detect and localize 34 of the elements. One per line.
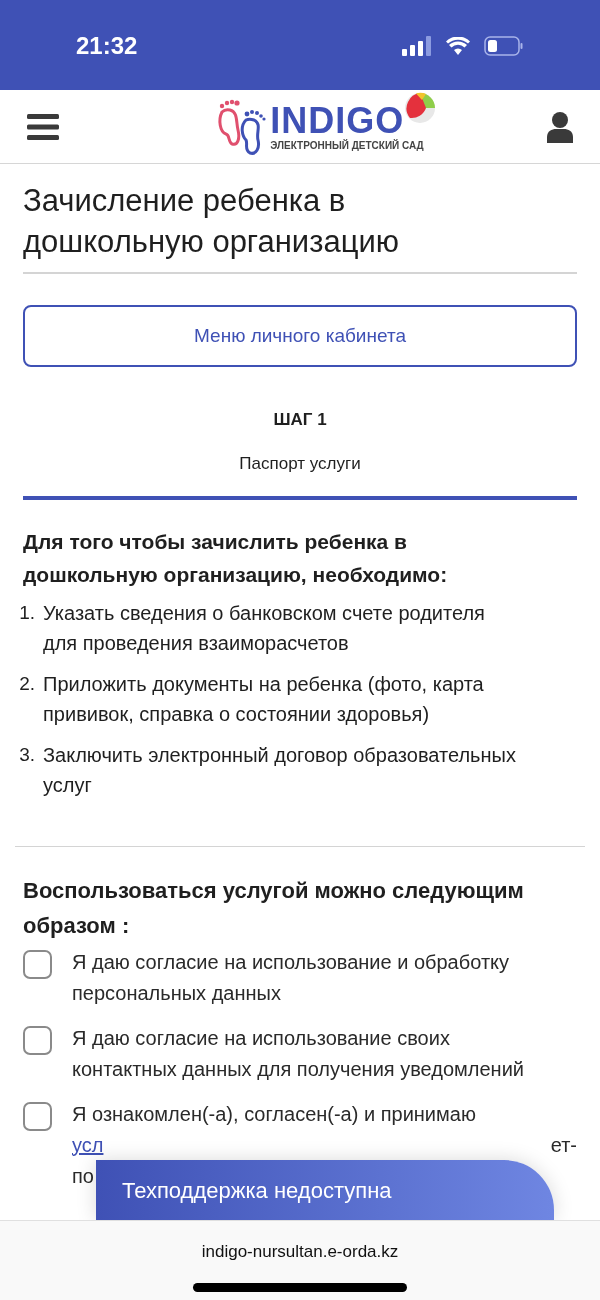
support-banner-text: Техподдержка недоступна [122, 1176, 392, 1205]
page-title: Зачисление ребенка в дошкольную организацию [23, 182, 400, 261]
consent-text: по [72, 1164, 94, 1189]
wifi-icon [446, 37, 470, 55]
consent-text: Я даю согласие на использование и обработку персональных данных [72, 950, 510, 1006]
menu-icon[interactable] [27, 113, 59, 140]
list-number: 1. [18, 601, 35, 625]
requirements-heading: Для того чтобы зачислить ребенка в дошкольную организацию, необходимо: [23, 529, 449, 588]
step-name: Паспорт услуги [239, 452, 361, 475]
consent-text: ет- [550, 1133, 577, 1158]
consents-heading: Воспользоваться услугой можно следующим образом : [23, 877, 525, 940]
cabinet-menu-button[interactable]: Меню личного кабинета [23, 305, 577, 367]
home-indicator[interactable] [193, 1282, 407, 1292]
consent-checkbox[interactable] [23, 1102, 52, 1131]
user-icon[interactable] [547, 110, 573, 143]
consent-checkbox[interactable] [23, 1026, 52, 1055]
terms-link[interactable]: усл [72, 1130, 104, 1161]
step-label: ШАГ 1 [273, 409, 327, 431]
battery-icon [484, 36, 524, 56]
logo-name: INDIGO [270, 101, 405, 140]
consent-checkbox[interactable] [23, 950, 52, 979]
url-text[interactable]: indigo-nursultan.e-orda.kz [201, 1239, 399, 1265]
signal-icon [402, 36, 432, 56]
status-time: 21:32 [76, 31, 138, 61]
list-number: 2. [18, 672, 35, 696]
consent-text: Я даю согласие на использование своих контактных данных для получения уведомлений [72, 1026, 525, 1082]
logo-tagline: ЭЛЕКТРОННЫЙ ДЕТСКИЙ САД [270, 139, 424, 152]
consent-text: Я ознакомлен(-а), согласен(-а) и принимаю [72, 1102, 477, 1127]
list-item-text: Приложить документы на ребенка (фото, карта прививок, справка о состоянии здоровья) [43, 672, 485, 727]
list-item-text: Заключить электронный договор образовательных услуг [43, 743, 517, 798]
support-banner[interactable]: Техподдержка недоступна [96, 1160, 554, 1220]
list-number: 3. [18, 743, 35, 767]
list-item-text: Указать сведения о банковском счете родителя для проведения взаиморасчетов [43, 601, 486, 656]
ball-icon [404, 91, 437, 124]
